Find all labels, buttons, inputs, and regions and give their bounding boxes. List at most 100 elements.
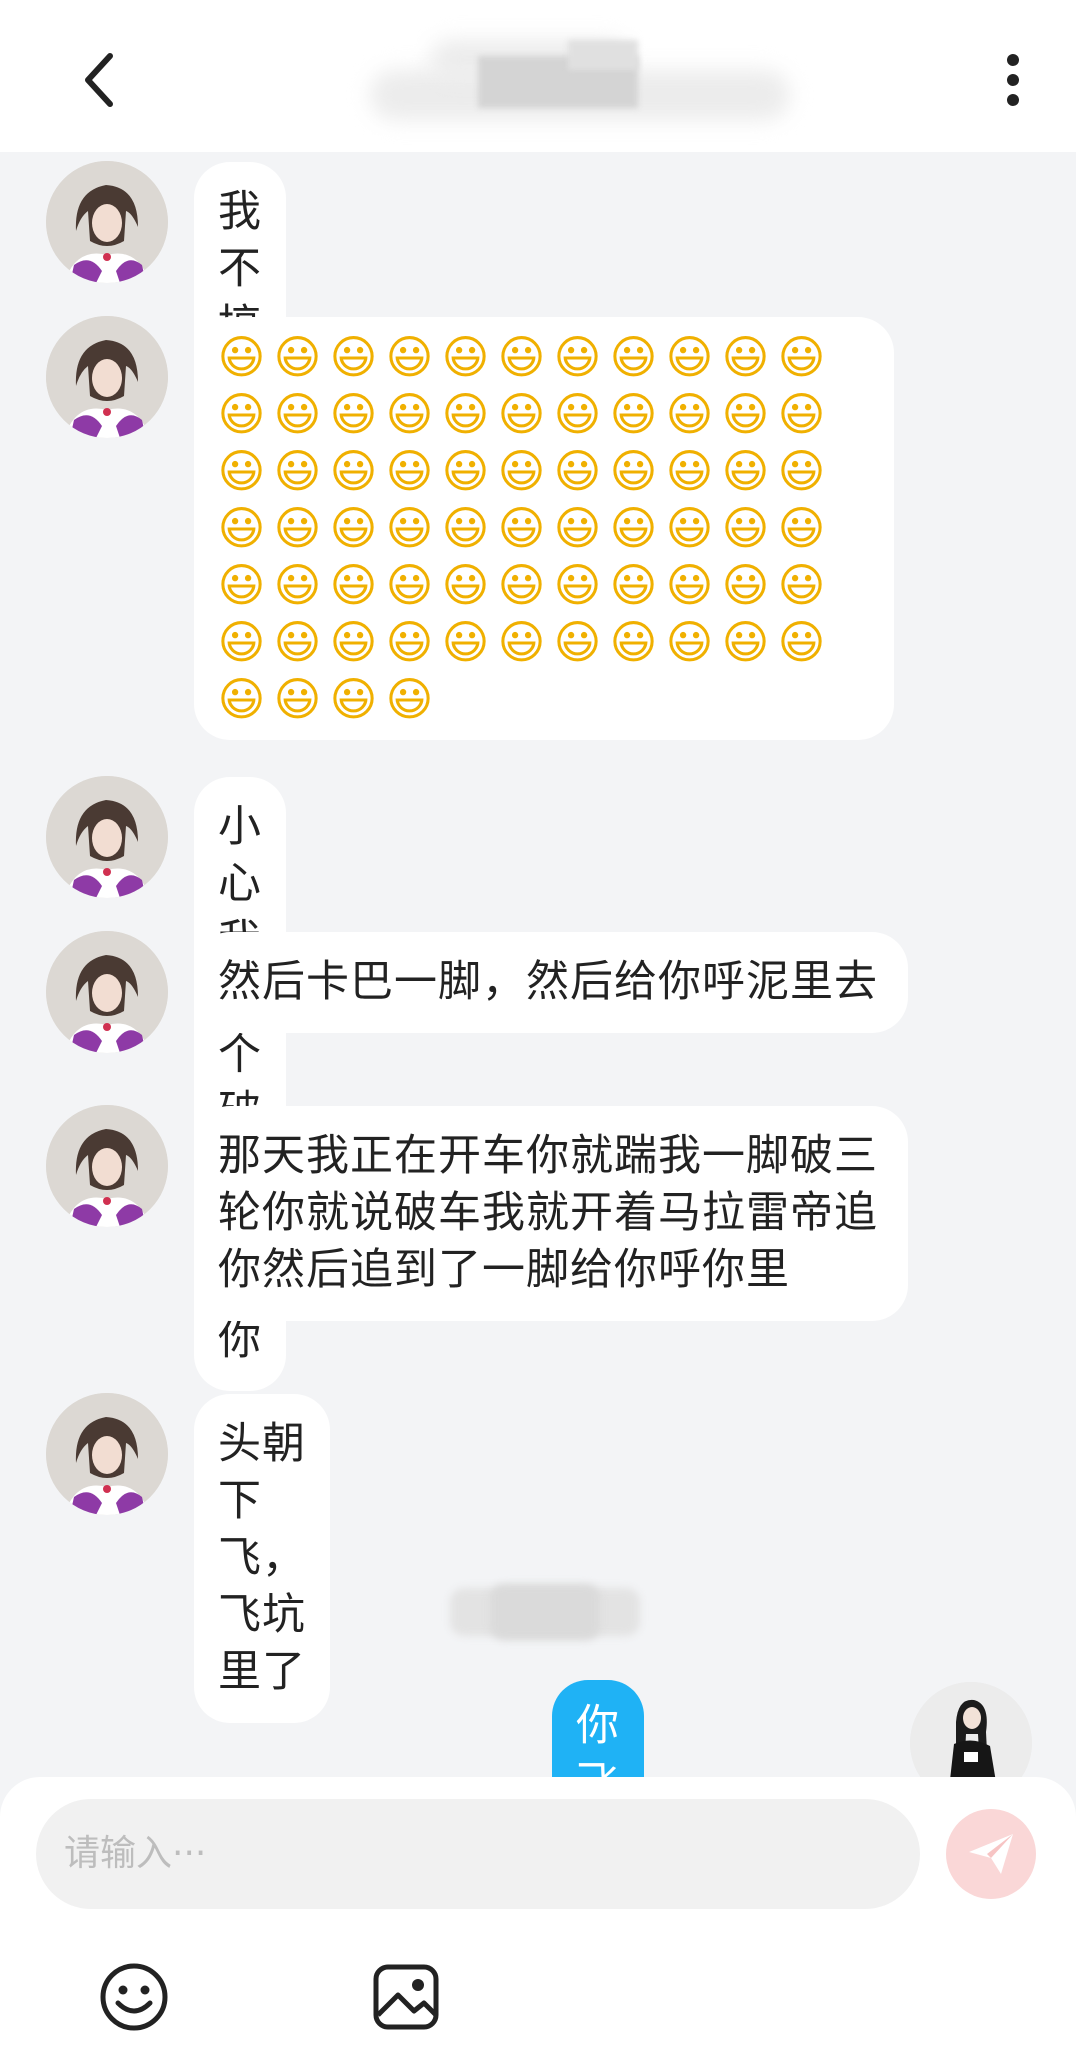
smiley-emoji-icon: 😃	[497, 444, 547, 498]
smiley-emoji-icon: 😃	[217, 672, 267, 726]
smiley-emoji-icon: 😃	[777, 501, 827, 555]
smiley-emoji-icon: 😃	[441, 558, 491, 612]
paper-plane-icon	[969, 1834, 1013, 1874]
smiley-emoji-icon: 😃	[665, 615, 715, 669]
smiley-emoji-icon: 😃	[441, 501, 491, 555]
smiley-emoji-icon: 😃	[553, 501, 603, 555]
smiley-emoji-icon: 😃	[329, 501, 379, 555]
image-button[interactable]	[368, 1959, 444, 2035]
smiley-emoji-icon: 😃	[497, 387, 547, 441]
image-icon	[373, 1964, 439, 2030]
smiley-emoji-icon: 😃	[329, 330, 379, 384]
smiley-emoji-icon: 😃	[217, 387, 267, 441]
smiley-emoji-icon: 😃	[777, 387, 827, 441]
smiley-emoji-icon: 😃	[721, 387, 771, 441]
smiley-emoji-icon: 😃	[217, 444, 267, 498]
smiley-emoji-icon: 😃	[273, 558, 323, 612]
smiley-emoji-icon: 😃	[665, 387, 715, 441]
smiley-emoji-icon: 😃	[441, 444, 491, 498]
message-text: 头朝下飞，飞坑里了	[218, 1419, 306, 1697]
smiley-icon	[100, 1963, 168, 2031]
back-button[interactable]	[70, 48, 130, 112]
smiley-emoji-icon: 😃	[777, 615, 827, 669]
smiley-emoji-icon: 😃	[721, 558, 771, 612]
contact-name-redacted	[370, 40, 790, 136]
message-composer: 请输入···	[0, 1777, 1076, 2060]
message-text: 然后卡巴一脚，然后给你呼泥里去	[218, 957, 878, 1007]
smiley-emoji-icon: 😃	[665, 501, 715, 555]
contact-avatar[interactable]	[46, 776, 168, 898]
message-text: 你飞粪坑里了	[576, 1701, 620, 1777]
message-input[interactable]: 请输入···	[36, 1799, 920, 1909]
smiley-emoji-icon: 😃	[385, 672, 435, 726]
smiley-emoji-icon: 😃	[273, 444, 323, 498]
chevron-left-icon	[85, 53, 113, 107]
smiley-emoji-icon: 😃	[385, 387, 435, 441]
message-bubble[interactable]: 然后卡巴一脚，然后给你呼泥里去	[194, 932, 908, 1033]
smiley-emoji-icon: 😃	[441, 387, 491, 441]
contact-avatar[interactable]	[46, 1393, 168, 1515]
smiley-emoji-icon: 😃	[329, 387, 379, 441]
smiley-emoji-icon: 😃	[385, 330, 435, 384]
smiley-emoji-icon: 😃	[553, 444, 603, 498]
smiley-emoji-icon: 😃	[273, 672, 323, 726]
smiley-emoji-icon: 😃	[777, 558, 827, 612]
smiley-emoji-icon: 😃	[217, 558, 267, 612]
smiley-emoji-icon: 😃	[721, 330, 771, 384]
contact-avatar[interactable]	[46, 931, 168, 1053]
message-bubble[interactable]: 头朝下飞，飞坑里了	[194, 1394, 330, 1723]
smiley-emoji-icon: 😃	[609, 387, 659, 441]
user-avatar[interactable]	[910, 1682, 1032, 1777]
smiley-emoji-icon: 😃	[777, 330, 827, 384]
smiley-emoji-icon: 😃	[441, 330, 491, 384]
timestamp-redacted	[450, 1584, 640, 1640]
contact-avatar[interactable]	[46, 316, 168, 438]
smiley-emoji-icon: 😃	[553, 387, 603, 441]
smiley-emoji-icon: 😃	[609, 444, 659, 498]
smiley-emoji-icon: 😃	[609, 501, 659, 555]
smiley-emoji-icon: 😃	[217, 615, 267, 669]
message-text: 那天我正在开车你就踹我一脚破三轮你就说破车我就开着马拉雷帝追你然后追到了一脚给你…	[218, 1131, 878, 1295]
message-bubble[interactable]: 那天我正在开车你就踹我一脚破三轮你就说破车我就开着马拉雷帝追你然后追到了一脚给你…	[194, 1106, 908, 1321]
contact-avatar[interactable]	[46, 1105, 168, 1227]
smiley-emoji-icon: 😃	[329, 558, 379, 612]
more-vertical-icon	[1007, 54, 1019, 106]
smiley-emoji-icon: 😃	[385, 444, 435, 498]
smiley-emoji-icon: 😃	[665, 330, 715, 384]
smiley-emoji-icon: 😃	[217, 501, 267, 555]
message-bubble-outgoing[interactable]: 你飞粪坑里了	[552, 1680, 644, 1777]
input-placeholder: 请输入···	[64, 1833, 207, 1874]
smiley-emoji-icon: 😃	[553, 558, 603, 612]
emoji-button[interactable]	[96, 1959, 172, 2035]
smiley-emoji-icon: 😃	[497, 501, 547, 555]
smiley-emoji-icon: 😃	[609, 615, 659, 669]
smiley-emoji-icon: 😃	[721, 501, 771, 555]
smiley-emoji-icon: 😃	[385, 558, 435, 612]
smiley-emoji-icon: 😃	[273, 615, 323, 669]
smiley-emoji-icon: 😃	[609, 330, 659, 384]
smiley-emoji-icon: 😃	[329, 615, 379, 669]
smiley-emoji-icon: 😃	[553, 615, 603, 669]
smiley-emoji-icon: 😃	[721, 444, 771, 498]
smiley-emoji-icon: 😃	[329, 672, 379, 726]
chat-header	[0, 0, 1076, 152]
smiley-emoji-icon: 😃	[385, 501, 435, 555]
smiley-emoji-icon: 😃	[441, 615, 491, 669]
smiley-emoji-icon: 😃	[273, 501, 323, 555]
more-options-button[interactable]	[986, 48, 1040, 112]
smiley-emoji-icon: 😃	[273, 330, 323, 384]
smiley-emoji-icon: 😃	[609, 558, 659, 612]
emoji-grid: 😃 😃 😃 😃 😃 😃 😃 😃 😃 😃 😃 😃 😃 😃 😃 😃 😃 😃 😃 😃 😃 😃 😃 😃 😃 😃 😃 😃 😃 😃 😃 😃 😃 😃 😃 😃 😃 😃 😃 😃…	[214, 329, 830, 728]
smiley-emoji-icon: 😃	[777, 444, 827, 498]
smiley-emoji-icon: 😃	[497, 558, 547, 612]
smiley-emoji-icon: 😃	[665, 444, 715, 498]
contact-avatar[interactable]	[46, 161, 168, 283]
smiley-emoji-icon: 😃	[497, 330, 547, 384]
smiley-emoji-icon: 😃	[721, 615, 771, 669]
smiley-emoji-icon: 😃	[273, 387, 323, 441]
message-list[interactable]: 我不搞笑 😃😃😃😃😃😃😃😃😃😃😃😃😃😃😃😃😃😃😃😃😃😃😃😃😃😃😃😃😃😃😃😃😃😃😃…	[0, 152, 1076, 1777]
emoji-message-bubble[interactable]: 😃 😃 😃 😃 😃 😃 😃 😃 😃 😃 😃 😃 😃 😃 😃 😃 😃 😃 😃 😃 😃 😃 😃 😃 😃 😃 😃 😃 😃 😃 😃 😃 😃 😃 😃 😃 😃 😃 😃 😃…	[194, 317, 894, 740]
smiley-emoji-icon: 😃	[497, 615, 547, 669]
smiley-emoji-icon: 😃	[217, 330, 267, 384]
send-button[interactable]	[946, 1809, 1036, 1899]
